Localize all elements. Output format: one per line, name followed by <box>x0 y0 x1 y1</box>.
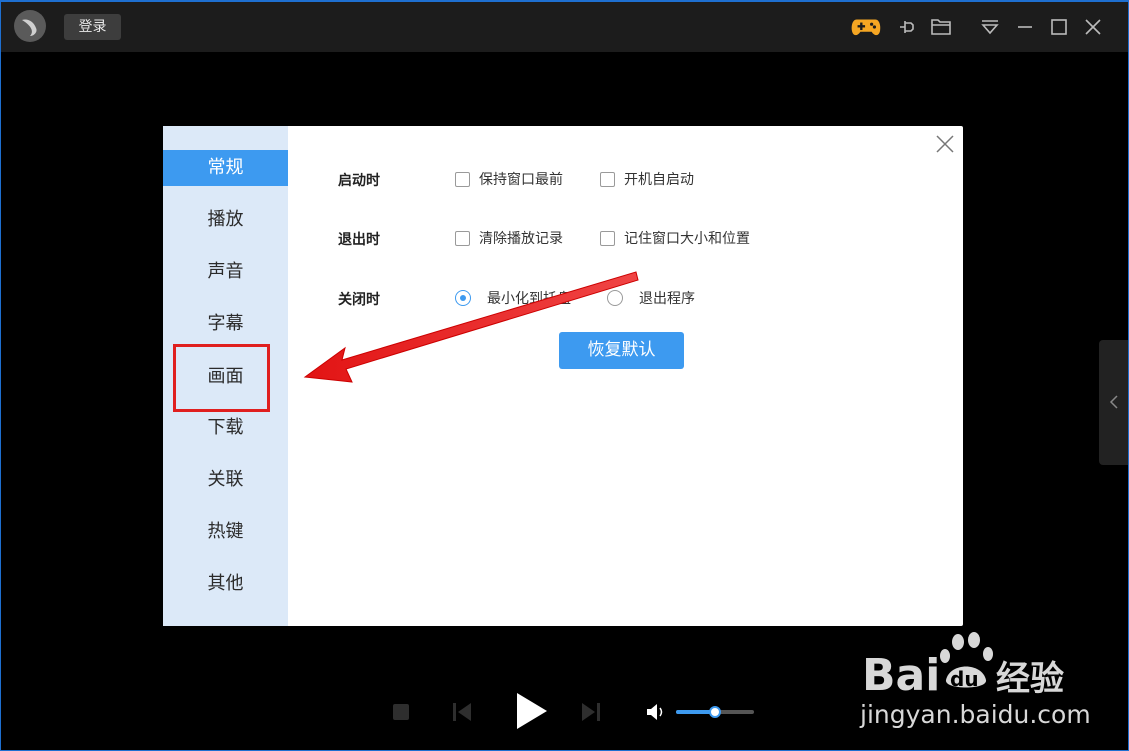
remember-window-option[interactable]: 记住窗口大小和位置 <box>600 228 750 248</box>
autostart-label: 开机自启动 <box>624 172 694 188</box>
login-button[interactable]: 登录 <box>64 14 121 40</box>
stop-icon[interactable] <box>392 703 410 725</box>
pin-icon[interactable] <box>892 12 922 42</box>
restore-defaults-button[interactable]: 恢复默认 <box>559 332 684 369</box>
annotation-highlight-box <box>173 344 270 412</box>
menu-dropdown-icon[interactable] <box>975 12 1005 42</box>
exit-program-radio[interactable] <box>607 290 623 306</box>
chevron-left-icon <box>1109 395 1118 409</box>
autostart-checkbox[interactable] <box>600 171 615 187</box>
keep-on-top-label: 保持窗口最前 <box>479 172 563 188</box>
remember-window-checkbox[interactable] <box>600 230 615 246</box>
startup-label: 启动时 <box>338 173 380 189</box>
volume-knob[interactable] <box>709 706 721 718</box>
minimize-to-tray-option[interactable]: 最小化到托盘 <box>455 288 571 308</box>
autostart-option[interactable]: 开机自启动 <box>600 169 694 189</box>
baidu-watermark-url: jingyan.baidu.com <box>860 700 1091 729</box>
nav-item-subtitles[interactable]: 字幕 <box>163 306 288 342</box>
volume-slider[interactable] <box>676 706 754 718</box>
nav-item-playback[interactable]: 播放 <box>163 202 288 238</box>
nav-item-associations[interactable]: 关联 <box>163 462 288 498</box>
minimize-to-tray-label: 最小化到托盘 <box>487 291 571 307</box>
minimize-icon[interactable] <box>1010 12 1040 42</box>
maximize-icon[interactable] <box>1044 12 1074 42</box>
play-icon[interactable] <box>513 691 549 735</box>
next-icon[interactable] <box>580 701 602 727</box>
side-panel-toggle[interactable] <box>1099 340 1129 465</box>
folder-icon[interactable] <box>926 12 956 42</box>
nav-item-audio[interactable]: 声音 <box>163 254 288 290</box>
close-label: 关闭时 <box>338 292 380 308</box>
exit-label: 退出时 <box>338 232 380 248</box>
settings-dialog: 常规 播放 声音 字幕 画面 下载 关联 热键 其他 启动时 保持窗口最前 开机… <box>163 126 963 626</box>
clear-history-label: 清除播放记录 <box>479 231 563 247</box>
exit-program-label: 退出程序 <box>639 291 695 307</box>
nav-item-other[interactable]: 其他 <box>163 566 288 602</box>
dialog-close-icon[interactable] <box>935 134 955 154</box>
previous-icon[interactable] <box>451 701 473 727</box>
title-bar: 登录 <box>0 0 1129 52</box>
svg-text:du: du <box>950 667 979 691</box>
app-logo-icon[interactable] <box>14 10 46 42</box>
clear-history-option[interactable]: 清除播放记录 <box>455 228 563 248</box>
settings-sidebar: 常规 播放 声音 字幕 画面 下载 关联 热键 其他 <box>163 126 288 626</box>
remember-window-label: 记住窗口大小和位置 <box>624 231 750 247</box>
game-controller-icon[interactable] <box>851 12 881 42</box>
volume-icon[interactable] <box>645 702 665 726</box>
nav-item-download[interactable]: 下载 <box>163 410 288 446</box>
keep-on-top-checkbox[interactable] <box>455 171 470 187</box>
clear-history-checkbox[interactable] <box>455 230 470 246</box>
exit-program-option[interactable]: 退出程序 <box>607 288 695 308</box>
minimize-to-tray-radio[interactable] <box>455 290 471 306</box>
nav-item-hotkeys[interactable]: 热键 <box>163 514 288 550</box>
keep-on-top-option[interactable]: 保持窗口最前 <box>455 169 563 189</box>
svg-text:Bai: Bai <box>862 650 940 701</box>
close-window-icon[interactable] <box>1078 12 1108 42</box>
nav-item-general[interactable]: 常规 <box>163 150 288 186</box>
svg-text:经验: 经验 <box>996 659 1064 699</box>
